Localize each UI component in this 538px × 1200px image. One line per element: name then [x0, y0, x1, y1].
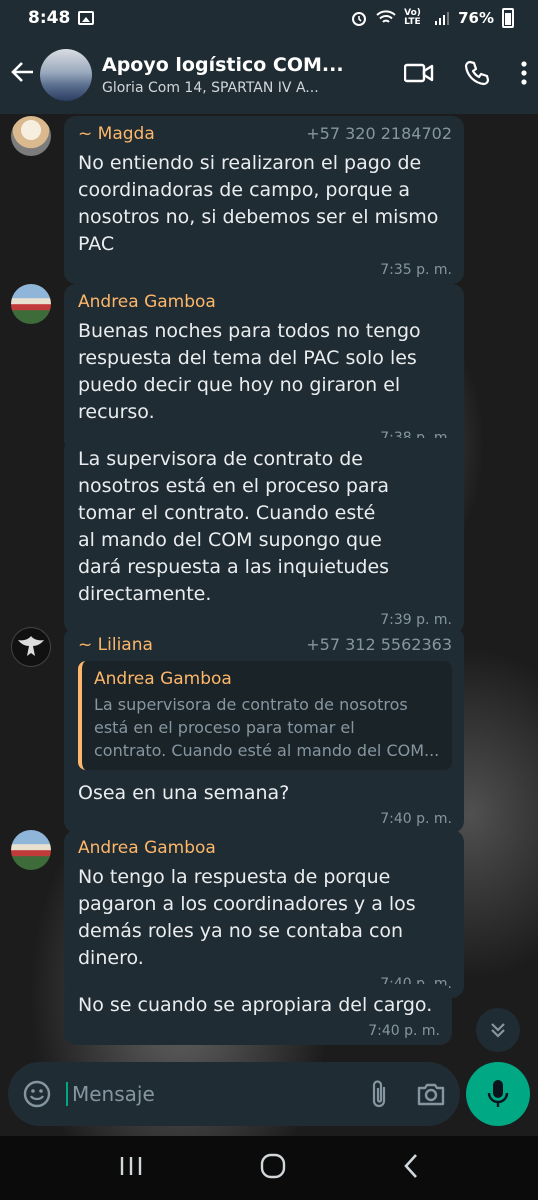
header-actions: [403, 60, 528, 90]
more-options-icon[interactable]: [520, 61, 528, 89]
message-text: No entiendo si realizaron el pago de coo…: [78, 152, 439, 255]
message-time: 7:40 p. m.: [380, 811, 452, 827]
recent-apps-icon[interactable]: [119, 1155, 143, 1181]
battery-percent: 76%: [458, 9, 494, 27]
header-text[interactable]: Apoyo logístico COM... Gloria Com 14, SP…: [102, 54, 392, 96]
sender-name[interactable]: ~ Magda: [78, 124, 155, 144]
quote-text: La supervisora de contrato de nosotros e…: [94, 695, 440, 760]
message-time: 7:39 p. m.: [380, 612, 452, 628]
group-avatar[interactable]: [40, 49, 92, 101]
message-text: Osea en una semana?: [78, 782, 290, 804]
group-participants: Gloria Com 14, SPARTAN IV A...: [102, 80, 319, 96]
voice-message-button[interactable]: [466, 1062, 530, 1126]
chat-header: Apoyo logístico COM... Gloria Com 14, SP…: [0, 36, 538, 114]
scroll-down-button[interactable]: [476, 1008, 520, 1052]
home-icon[interactable]: [260, 1153, 286, 1183]
message-bubble[interactable]: La supervisora de contrato de nosotros e…: [64, 438, 464, 634]
message-text: Buenas noches para todos no tengo respue…: [78, 320, 421, 423]
message-text: No tengo la respuesta de porque pagaron …: [78, 866, 416, 969]
status-time: 8:48: [28, 8, 71, 28]
eagle-logo-icon: [18, 636, 44, 656]
message-time: 7:40 p. m.: [368, 1023, 440, 1039]
message-composer: [8, 1062, 460, 1126]
video-call-icon[interactable]: [403, 62, 434, 88]
message-text: No se cuando se apropiara del cargo.: [78, 994, 433, 1016]
status-bar: 8:48 Vo) LTE 76%: [0, 0, 538, 36]
message-bubble[interactable]: Andrea Gamboa No tengo la respuesta de p…: [64, 830, 464, 998]
message-bubble[interactable]: ~ Liliana +57 312 5562363 Andrea Gamboa …: [64, 627, 464, 833]
phone-call-icon[interactable]: [464, 60, 490, 90]
status-right: Vo) LTE 76%: [350, 8, 514, 28]
sender-name[interactable]: ~ Liliana: [78, 635, 153, 655]
emoji-icon[interactable]: [22, 1079, 52, 1109]
chat-messages[interactable]: ~ Magda +57 320 2184702 No entiendo si r…: [0, 114, 538, 1136]
avatar-magda[interactable]: [11, 116, 51, 156]
network-label: Vo) LTE: [404, 8, 421, 27]
quote-author: Andrea Gamboa: [94, 669, 232, 689]
sender-phone: +57 312 5562363: [306, 635, 452, 654]
sender-name[interactable]: Andrea Gamboa: [78, 292, 216, 312]
message-bubble[interactable]: No se cuando se apropiara del cargo. 7:4…: [64, 984, 452, 1045]
avatar-andrea-gamboa[interactable]: [11, 284, 51, 324]
attach-icon[interactable]: [370, 1079, 390, 1109]
quoted-message[interactable]: Andrea Gamboa La supervisora de contrato…: [78, 661, 452, 770]
sender-row: Andrea Gamboa: [78, 838, 452, 858]
scroll-down-icon: [491, 1023, 505, 1038]
sender-row: Andrea Gamboa: [78, 292, 452, 312]
alarm-icon: [352, 12, 367, 26]
message-time: 7:35 p. m.: [380, 262, 452, 278]
signal-icon: [435, 12, 450, 25]
message-text: La supervisora de contrato de nosotros e…: [78, 448, 390, 605]
sender-row: ~ Liliana +57 312 5562363: [78, 635, 452, 655]
group-title: Apoyo logístico COM...: [102, 54, 344, 76]
gallery-notification-icon: [78, 11, 95, 25]
system-navigation-bar: [0, 1136, 538, 1200]
avatar-andrea-gamboa[interactable]: [11, 830, 51, 870]
sender-name[interactable]: Andrea Gamboa: [78, 838, 216, 858]
wifi-icon: [376, 10, 396, 23]
back-arrow-icon[interactable]: [10, 59, 40, 92]
sender-row: ~ Magda +57 320 2184702: [78, 124, 452, 144]
message-input[interactable]: [66, 1082, 370, 1106]
message-bubble[interactable]: ~ Magda +57 320 2184702 No entiendo si r…: [64, 116, 464, 284]
message-bubble[interactable]: Andrea Gamboa Buenas noches para todos n…: [64, 284, 464, 452]
camera-icon[interactable]: [416, 1081, 446, 1107]
back-icon[interactable]: [403, 1153, 419, 1183]
sender-phone: +57 320 2184702: [306, 124, 452, 143]
battery-icon: [502, 8, 514, 28]
avatar-liliana[interactable]: [11, 627, 51, 667]
mic-icon: [487, 1080, 509, 1107]
